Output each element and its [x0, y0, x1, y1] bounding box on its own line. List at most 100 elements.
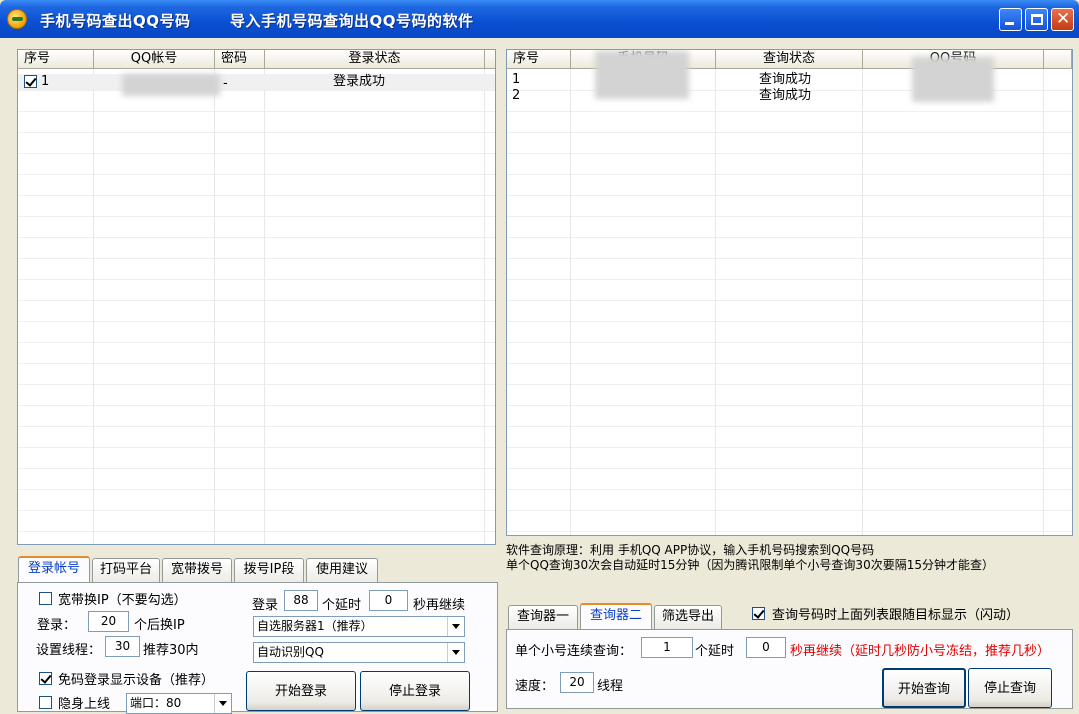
- chevron-down-icon[interactable]: [447, 617, 464, 636]
- column-header-qq-account[interactable]: QQ帐号: [94, 50, 215, 69]
- maximize-icon: [1031, 14, 1043, 25]
- follow-target-checkbox[interactable]: [752, 607, 765, 620]
- grid-line: [18, 279, 495, 280]
- tab-broadband-dial[interactable]: 宽带拨号: [162, 558, 232, 582]
- account-list[interactable]: 序号 QQ帐号 密码 登录状态 1 - 登录成功: [17, 49, 496, 545]
- table-row[interactable]: 1 - 登录成功: [18, 74, 495, 96]
- grid-line: [18, 384, 495, 385]
- minimize-icon: [1005, 22, 1014, 25]
- show-device-label: 免码登录显示设备（推荐）: [58, 673, 215, 688]
- window-title: 手机号码查出QQ号码: [40, 12, 191, 30]
- tab-login-account[interactable]: 登录帐号: [18, 556, 90, 583]
- grid-line: [18, 468, 495, 469]
- consecutive-input[interactable]: 1: [641, 637, 693, 658]
- tab-usage-advice[interactable]: 使用建议: [306, 558, 378, 582]
- column-header-query-status[interactable]: 查询状态: [716, 50, 863, 69]
- grid-line: [507, 216, 1072, 217]
- tab-dial-ip-range[interactable]: 拨号IP段: [234, 558, 304, 582]
- grid-line: [18, 510, 495, 511]
- column-header-password[interactable]: 密码: [215, 50, 265, 69]
- column-header-login-status[interactable]: 登录状态: [265, 50, 485, 69]
- query-continue-warning: 秒再继续（延时几秒防小号冻结，推荐几秒）: [790, 644, 1051, 659]
- threads-label: 设置线程：: [36, 643, 102, 658]
- grid-line: [18, 342, 495, 343]
- grid-line: [507, 342, 1072, 343]
- grid-line: [507, 489, 1072, 490]
- follow-target-label: 查询号码时上面列表跟随目标显示（闪动）: [772, 608, 1020, 623]
- tab-filter-export[interactable]: 筛选导出: [654, 605, 722, 629]
- speed-threads-label: 线程: [597, 679, 624, 694]
- grid-line: [507, 195, 1072, 196]
- port-select-value: 端口：80: [130, 696, 182, 710]
- row-status: 查询成功: [759, 88, 812, 103]
- consecutive-label: 单个小号连续查询：: [515, 644, 633, 659]
- main-window: 手机号码查出QQ号码 导入手机号码查询出QQ号码的软件 ✕ 序号 QQ帐号 密码…: [0, 0, 1079, 714]
- stop-login-button[interactable]: 停止登录: [360, 671, 470, 711]
- speed-input[interactable]: 20: [560, 672, 594, 693]
- stop-query-button[interactable]: 停止查询: [968, 668, 1052, 708]
- broadband-ip-label: 宽带换IP（不要勾选）: [58, 593, 187, 608]
- grid-line: [18, 447, 495, 448]
- tab-query-1[interactable]: 查询器一: [508, 605, 578, 629]
- chevron-down-icon[interactable]: [214, 694, 231, 713]
- column-header-index[interactable]: 序号: [507, 50, 571, 69]
- close-button[interactable]: ✕: [1051, 8, 1074, 31]
- port-select[interactable]: 端口：80: [126, 693, 232, 714]
- grid-line: [507, 447, 1072, 448]
- grid-line: [507, 279, 1072, 280]
- grid-line: [507, 300, 1072, 301]
- grid-line: [507, 363, 1072, 364]
- row-status: 查询成功: [759, 72, 812, 87]
- grid-line: [507, 153, 1072, 154]
- grid-line: [18, 426, 495, 427]
- info-line-2: 单个QQ查询30次会自动延时15分钟（因为腾讯限制单个小号查询30次要隔15分钟…: [506, 558, 994, 572]
- login-panel: 宽带换IP（不要勾选） 登录： 20 个后换IP 设置线程： 30 推荐30内 …: [17, 582, 498, 714]
- tab-query-2[interactable]: 查询器二: [580, 603, 652, 630]
- row-index: 2: [512, 88, 521, 103]
- grid-line: [18, 531, 495, 532]
- chevron-down-icon[interactable]: [447, 643, 464, 662]
- query-result-list[interactable]: 序号 手机号码 查询状态 QQ号码 1 查询成功 2 查询成功: [506, 49, 1073, 536]
- grid-line: [18, 321, 495, 322]
- threads-input[interactable]: 30: [105, 636, 140, 657]
- grid-line: [18, 300, 495, 301]
- row-index: 1: [41, 74, 50, 89]
- grid-line: [18, 405, 495, 406]
- qq-type-select[interactable]: 自动识别QQ: [253, 642, 465, 663]
- grid-line: [18, 216, 495, 217]
- grid-line: [507, 510, 1072, 511]
- grid-line: [507, 426, 1072, 427]
- window-subtitle: 导入手机号码查询出QQ号码的软件: [230, 12, 474, 30]
- column-header-filler: [1044, 50, 1072, 69]
- server-select[interactable]: 自选服务器1（推荐）: [253, 616, 465, 637]
- login-continue-label: 秒再继续: [413, 598, 466, 613]
- table-row[interactable]: 2 查询成功: [507, 88, 1072, 104]
- login-every-label: 登录: [252, 598, 279, 613]
- account-list-body: 1 - 登录成功: [18, 69, 495, 544]
- start-login-button[interactable]: 开始登录: [246, 671, 356, 711]
- login-every-input[interactable]: 88: [284, 590, 318, 611]
- tab-captcha-platform[interactable]: 打码平台: [92, 558, 160, 582]
- login-count-input[interactable]: 20: [88, 611, 129, 632]
- app-icon: [7, 9, 27, 29]
- grid-line: [18, 195, 495, 196]
- minimize-button[interactable]: [999, 8, 1022, 31]
- login-delay-input[interactable]: 0: [369, 590, 408, 611]
- redacted-account: [122, 74, 220, 96]
- server-select-value: 自选服务器1（推荐）: [257, 619, 373, 633]
- column-header-index[interactable]: 序号: [18, 50, 94, 69]
- grid-line: [18, 174, 495, 175]
- account-list-header: 序号 QQ帐号 密码 登录状态: [18, 50, 495, 69]
- table-row[interactable]: 1 查询成功: [507, 72, 1072, 88]
- row-checkbox[interactable]: [24, 75, 37, 88]
- row-password: -: [223, 76, 228, 91]
- start-query-button[interactable]: 开始查询: [882, 668, 966, 708]
- show-device-checkbox[interactable]: [39, 672, 52, 685]
- broadband-ip-checkbox[interactable]: [39, 592, 52, 605]
- grid-line: [18, 363, 495, 364]
- maximize-button[interactable]: [1025, 8, 1048, 31]
- row-status: 登录成功: [333, 74, 386, 89]
- grid-line: [507, 174, 1072, 175]
- query-delay-input[interactable]: 0: [746, 637, 786, 658]
- qq-type-select-value: 自动识别QQ: [257, 645, 324, 659]
